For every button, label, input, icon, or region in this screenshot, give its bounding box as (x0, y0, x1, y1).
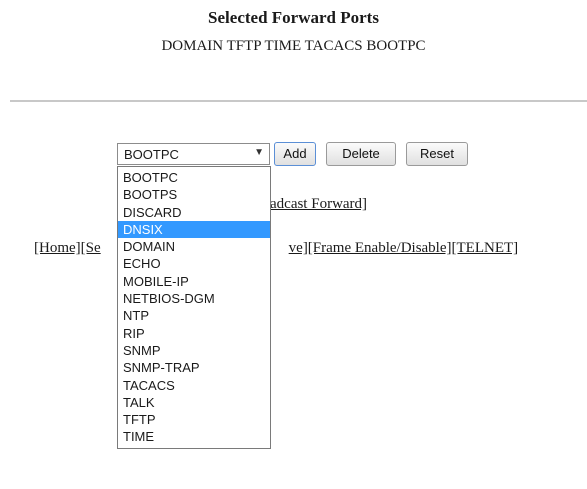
divider (10, 100, 587, 102)
dropdown-option[interactable]: BOOTPC (118, 169, 270, 186)
dropdown-option[interactable]: SNMP-TRAP (118, 359, 270, 376)
dropdown-option[interactable]: NETBIOS-DGM (118, 290, 270, 307)
dropdown-option[interactable]: DISCARD (118, 204, 270, 221)
dropdown-option[interactable]: NTP (118, 307, 270, 324)
selected-ports-list: DOMAIN TFTP TIME TACACS BOOTPC (161, 38, 426, 54)
dropdown-arrow-icon[interactable]: ▼ (254, 147, 264, 158)
broadcast-forward-link[interactable]: adcast Forward] (270, 196, 367, 213)
nav-link-right[interactable]: ve][Frame Enable/Disable][TELNET] (289, 240, 518, 256)
dropdown-option[interactable]: DOMAIN (118, 238, 270, 255)
port-select[interactable]: BOOTPC ▼ (117, 143, 270, 165)
dropdown-option[interactable]: ECHO (118, 255, 270, 272)
port-select-value: BOOTPC (124, 147, 179, 162)
dropdown-option[interactable]: SNMP (118, 342, 270, 359)
port-dropdown-list[interactable]: BOOTPC BOOTPS DISCARD DNSIX DOMAIN ECHO MOBILE… (117, 166, 271, 449)
page-title: Selected Forward Ports (208, 8, 379, 27)
dropdown-option[interactable]: TIME (118, 428, 270, 445)
nav-link-left[interactable]: [Home][Se (34, 240, 101, 256)
delete-button[interactable]: Delete (326, 142, 396, 166)
dropdown-option[interactable]: BOOTPS (118, 186, 270, 203)
dropdown-option[interactable]: RIP (118, 325, 270, 342)
dropdown-option[interactable]: TALK (118, 394, 270, 411)
dropdown-option[interactable]: TACACS (118, 377, 270, 394)
reset-button[interactable]: Reset (406, 142, 468, 166)
dropdown-option[interactable]: DNSIX (118, 220, 270, 239)
dropdown-option[interactable]: TFTP (118, 411, 270, 428)
nav-links: [Home][Se ve][Frame Enable/Disable][TELNE… (34, 240, 518, 257)
dropdown-option[interactable]: MOBILE-IP (118, 273, 270, 290)
add-button[interactable]: Add (274, 142, 316, 166)
